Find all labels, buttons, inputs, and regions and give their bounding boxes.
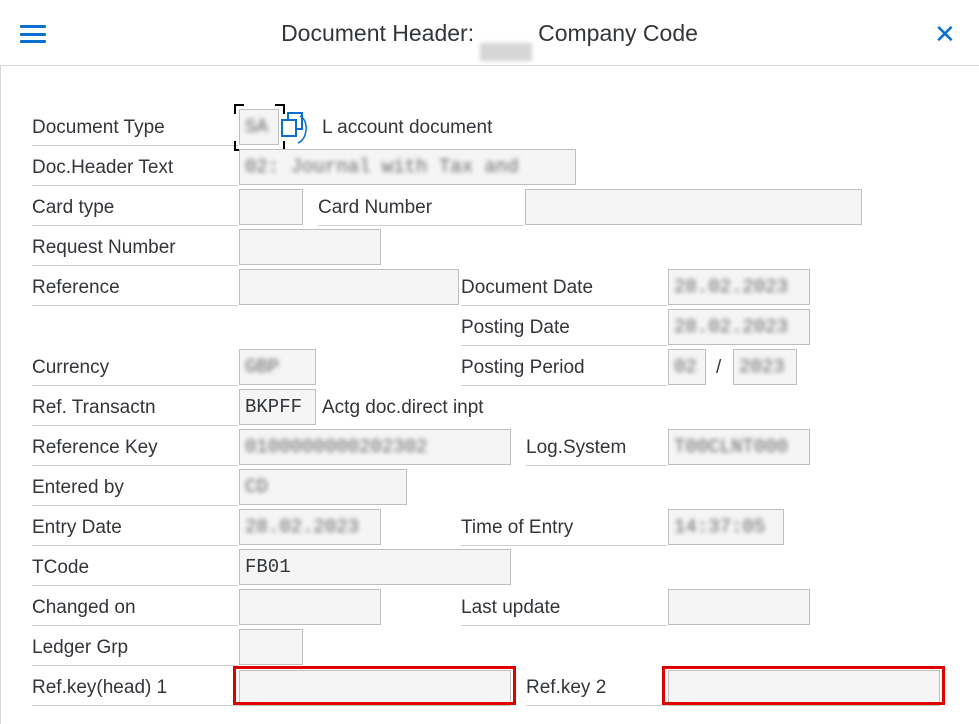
label-document-date: Document Date [461, 268, 667, 306]
label-ref-transactn: Ref. Transactn [32, 388, 238, 426]
reference-field[interactable] [239, 269, 459, 305]
posting-date-field[interactable]: 28.02.2023 [668, 309, 810, 345]
changed-on-field[interactable] [239, 589, 381, 625]
tcode-field[interactable]: FB01 [239, 549, 511, 585]
label-posting-date: Posting Date [461, 308, 667, 346]
label-ref-key-head-1: Ref.key(head) 1 [32, 668, 238, 706]
posting-period-field[interactable]: 02 [668, 349, 706, 385]
label-reference-key: Reference Key [32, 428, 238, 466]
label-entry-date: Entry Date [32, 508, 238, 546]
label-ledger-grp: Ledger Grp [32, 628, 238, 666]
ledger-grp-field[interactable] [239, 629, 303, 665]
label-log-system: Log.System [526, 428, 667, 466]
dialog-header: Document Header:1000Company Code ✕ [0, 0, 979, 66]
label-card-type: Card type [32, 188, 238, 226]
request-number-field[interactable] [239, 229, 381, 265]
label-changed-on: Changed on [32, 588, 238, 626]
label-entered-by: Entered by [32, 468, 238, 506]
ref-transactn-field[interactable]: BKPFF [239, 389, 316, 425]
fiscal-year-field[interactable]: 2023 [733, 349, 797, 385]
label-reference: Reference [32, 268, 238, 306]
document-type-description: L account document [322, 117, 493, 138]
reference-key-field[interactable]: 0100000000202302 [239, 429, 511, 465]
close-icon[interactable]: ✕ [934, 20, 956, 48]
label-currency: Currency [32, 348, 238, 386]
last-update-field[interactable] [668, 589, 810, 625]
card-type-field[interactable] [239, 189, 303, 225]
label-ref-key-2: Ref.key 2 [526, 668, 667, 706]
currency-field[interactable]: GBP [239, 349, 316, 385]
label-posting-period: Posting Period [461, 348, 667, 386]
label-doc-header-text: Doc.Header Text [32, 148, 238, 186]
time-of-entry-field[interactable]: 14:37:05 [668, 509, 784, 545]
label-document-type: Document Type [32, 108, 238, 146]
label-tcode: TCode [32, 548, 238, 586]
focus-corner [234, 104, 244, 114]
dialog-title: Document Header:1000Company Code [0, 20, 979, 61]
document-date-field[interactable]: 28.02.2023 [668, 269, 810, 305]
label-last-update: Last update [461, 588, 667, 626]
value-help-icon[interactable] [280, 110, 308, 146]
label-card-number: Card Number [318, 188, 524, 226]
highlight-box [233, 666, 516, 705]
label-request-number: Request Number [32, 228, 238, 266]
log-system-field[interactable]: T00CLNT000 [668, 429, 810, 465]
label-time-of-entry: Time of Entry [461, 508, 667, 546]
entered-by-field[interactable]: CD [239, 469, 407, 505]
document-type-field[interactable]: SA [239, 109, 279, 145]
card-number-field[interactable] [525, 189, 862, 225]
entry-date-field[interactable]: 28.02.2023 [239, 509, 381, 545]
company-code-redacted: 1000 [480, 43, 533, 61]
ref-transactn-description: Actg doc.direct inpt [322, 397, 484, 418]
doc-header-text-field[interactable]: 02: Journal with Tax and [239, 149, 576, 185]
highlight-box [662, 666, 945, 705]
period-separator: / [716, 357, 722, 378]
